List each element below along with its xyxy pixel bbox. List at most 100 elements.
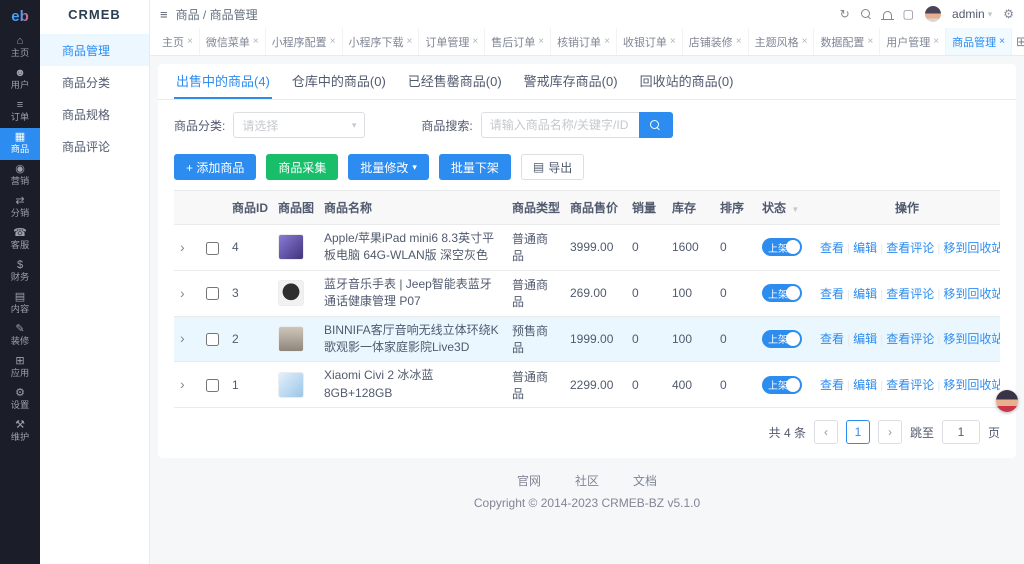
prev-page-button[interactable]: ‹: [813, 420, 838, 445]
page-tag[interactable]: 店铺装修 ×: [683, 28, 749, 55]
view-comments-link[interactable]: 查看评论: [886, 378, 934, 392]
edit-link[interactable]: 编辑: [853, 241, 877, 255]
page-tag[interactable]: 商品管理 ×: [946, 28, 1012, 55]
page-number-button[interactable]: 1: [845, 420, 870, 445]
status-toggle[interactable]: 上架: [762, 284, 802, 303]
close-icon[interactable]: ×: [330, 36, 336, 47]
subnav-item[interactable]: 商品规格: [40, 98, 149, 130]
collect-product-button[interactable]: 商品采集: [266, 154, 339, 180]
subnav-item[interactable]: 商品分类: [40, 66, 149, 98]
page-tag[interactable]: 收银订单 ×: [617, 28, 683, 55]
footer-link[interactable]: 社区: [575, 472, 599, 489]
page-tag[interactable]: 核销订单 ×: [551, 28, 617, 55]
product-status-tab[interactable]: 回收站的商品(0): [638, 64, 736, 99]
row-checkbox[interactable]: [206, 378, 219, 392]
rail-item[interactable]: ⚙ 设置: [0, 384, 40, 416]
rail-item[interactable]: ☎ 客服: [0, 224, 40, 256]
row-checkbox[interactable]: [206, 287, 219, 301]
page-tag[interactable]: 订单管理 ×: [419, 28, 486, 55]
header-status[interactable]: 状态 ▼: [756, 190, 814, 225]
user-menu[interactable]: admin ▾: [952, 7, 992, 21]
move-to-recycle-link[interactable]: 移到回收站: [943, 241, 1000, 255]
edit-link[interactable]: 编辑: [853, 287, 877, 301]
close-icon[interactable]: ×: [999, 36, 1005, 47]
view-comments-link[interactable]: 查看评论: [886, 241, 934, 255]
close-icon[interactable]: ×: [802, 36, 808, 47]
rail-item[interactable]: ⚒ 维护: [0, 416, 40, 448]
rail-item[interactable]: ▦ 商品: [0, 128, 40, 160]
move-to-recycle-link[interactable]: 移到回收站: [943, 378, 1000, 392]
close-icon[interactable]: ×: [407, 36, 413, 47]
footer-link[interactable]: 官网: [517, 472, 541, 489]
edit-link[interactable]: 编辑: [853, 332, 877, 346]
product-search-input[interactable]: [480, 112, 639, 138]
row-expand-icon[interactable]: ›: [180, 376, 185, 392]
rail-item[interactable]: ⇄ 分销: [0, 192, 40, 224]
jump-page-input[interactable]: [941, 420, 980, 445]
status-toggle[interactable]: 上架: [762, 238, 802, 257]
status-toggle[interactable]: 上架: [762, 329, 802, 348]
edit-link[interactable]: 编辑: [853, 378, 877, 392]
rail-item[interactable]: ▤ 内容: [0, 288, 40, 320]
next-page-button[interactable]: ›: [877, 420, 902, 445]
move-to-recycle-link[interactable]: 移到回收站: [943, 287, 1000, 301]
product-status-tab[interactable]: 已经售罄商品(0): [406, 64, 504, 99]
page-tag[interactable]: 主页 ×: [156, 28, 200, 55]
rail-item[interactable]: ≡ 订单: [0, 96, 40, 128]
collapse-menu-icon[interactable]: ≡: [160, 7, 168, 22]
rail-item[interactable]: ⌂ 主页: [0, 32, 40, 64]
support-avatar[interactable]: [996, 390, 1018, 412]
page-tag[interactable]: 微信菜单 ×: [200, 28, 266, 55]
close-icon[interactable]: ×: [933, 36, 939, 47]
view-comments-link[interactable]: 查看评论: [886, 287, 934, 301]
close-icon[interactable]: ×: [253, 36, 259, 47]
filter-funnel-icon[interactable]: ▼: [791, 205, 799, 214]
fullscreen-icon[interactable]: ▢: [903, 8, 914, 20]
row-checkbox[interactable]: [206, 241, 219, 255]
product-status-tab[interactable]: 仓库中的商品(0): [290, 64, 388, 99]
page-tag[interactable]: 主题风格 ×: [749, 28, 815, 55]
close-icon[interactable]: ×: [867, 36, 873, 47]
close-icon[interactable]: ×: [472, 36, 478, 47]
subnav-item[interactable]: 商品评论: [40, 130, 149, 162]
rail-item[interactable]: ◉ 营销: [0, 160, 40, 192]
add-product-button[interactable]: + 添加商品: [174, 154, 257, 180]
status-toggle[interactable]: 上架: [762, 375, 802, 394]
rail-item[interactable]: ✎ 装修: [0, 320, 40, 352]
row-expand-icon[interactable]: ›: [180, 239, 185, 255]
close-icon[interactable]: ×: [670, 36, 676, 47]
rail-item[interactable]: ☻ 用户: [0, 64, 40, 96]
search-submit-button[interactable]: [638, 112, 673, 138]
page-tag[interactable]: 数据配置 ×: [814, 28, 881, 55]
category-select[interactable]: 请选择 ▾: [233, 112, 366, 138]
footer-link[interactable]: 文档: [633, 472, 657, 489]
page-tag[interactable]: 小程序配置 ×: [266, 28, 343, 55]
view-link[interactable]: 查看: [820, 332, 844, 346]
tag-options-icon[interactable]: ⊞: [1012, 34, 1024, 50]
gear-icon[interactable]: ⚙: [1003, 8, 1014, 20]
move-to-recycle-link[interactable]: 移到回收站: [943, 332, 1000, 346]
row-expand-icon[interactable]: ›: [180, 285, 185, 301]
batch-offshelf-button[interactable]: 批量下架: [438, 154, 511, 180]
user-avatar[interactable]: [925, 6, 942, 22]
close-icon[interactable]: ×: [604, 36, 610, 47]
close-icon[interactable]: ×: [736, 36, 742, 47]
row-checkbox[interactable]: [206, 333, 219, 347]
close-icon[interactable]: ×: [187, 36, 193, 47]
view-link[interactable]: 查看: [820, 287, 844, 301]
search-icon[interactable]: [860, 8, 872, 20]
view-link[interactable]: 查看: [820, 378, 844, 392]
product-status-tab[interactable]: 出售中的商品(4): [174, 64, 272, 99]
view-link[interactable]: 查看: [820, 241, 844, 255]
export-button[interactable]: ▤ 导出: [520, 154, 585, 180]
view-comments-link[interactable]: 查看评论: [886, 332, 934, 346]
rail-item[interactable]: $ 财务: [0, 256, 40, 288]
page-tag[interactable]: 售后订单 ×: [485, 28, 552, 55]
notification-bell-icon[interactable]: [880, 9, 894, 20]
product-status-tab[interactable]: 警戒库存商品(0): [522, 64, 620, 99]
subnav-item[interactable]: 商品管理: [40, 34, 149, 66]
rail-item[interactable]: ⊞ 应用: [0, 352, 40, 384]
page-tag[interactable]: 小程序下载 ×: [343, 28, 420, 55]
refresh-icon[interactable]: ↻: [840, 8, 850, 20]
batch-edit-button[interactable]: 批量修改 ▾: [348, 154, 429, 180]
